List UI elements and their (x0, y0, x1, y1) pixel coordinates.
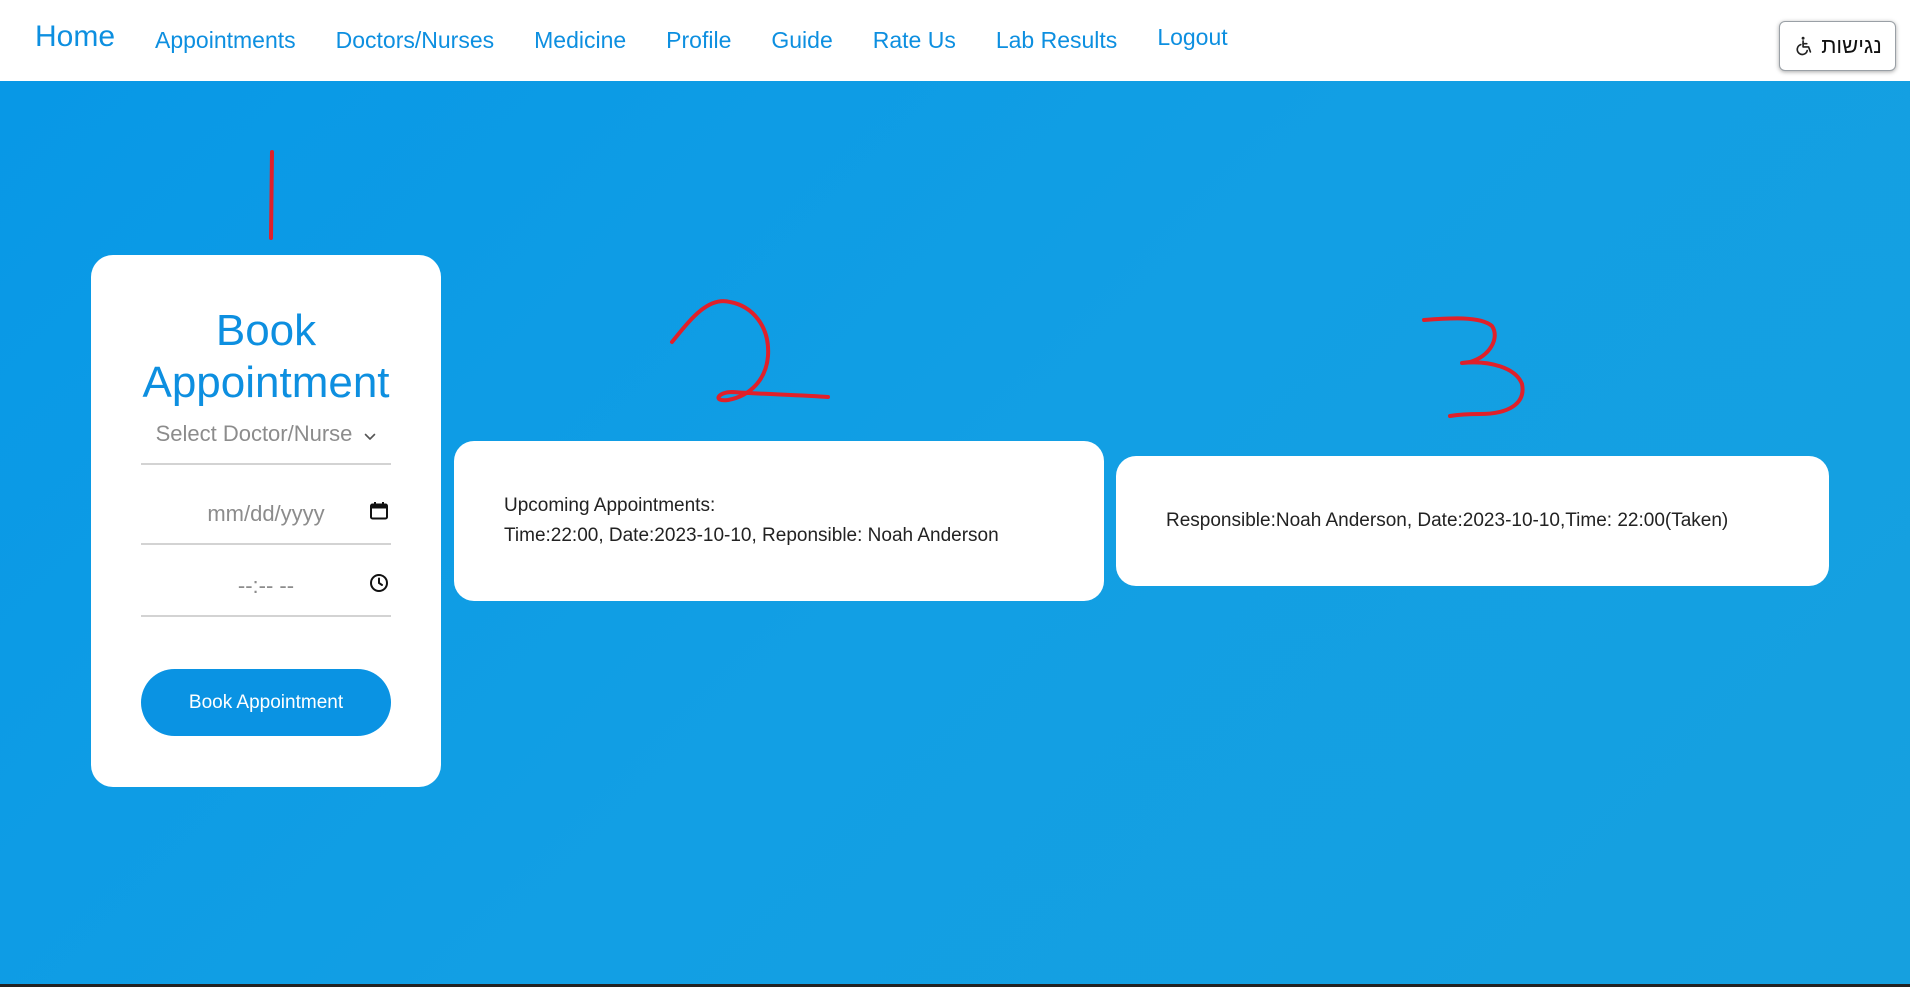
upcoming-appointments-heading: Upcoming Appointments: (504, 495, 716, 516)
time-input-placeholder: --:-- -- (237, 573, 295, 598)
nav-home-link[interactable]: Home (35, 20, 115, 54)
book-appointment-title: Book Appointment (142, 306, 390, 407)
doctor-nurse-select[interactable]: Select Doctor/Nurse (141, 405, 391, 465)
chevron-down-icon (364, 421, 376, 447)
taken-appointment-card: Responsible:Noah Anderson, Date:2023-10-… (1116, 456, 1829, 586)
nav-links: Appointments Doctors/Nurses Medicine Pro… (155, 24, 1228, 54)
nav-link-medicine[interactable]: Medicine (534, 27, 626, 54)
date-input-placeholder: mm/dd/yyyy (207, 501, 325, 526)
nav-link-lab-results[interactable]: Lab Results (996, 27, 1117, 54)
doctor-nurse-select-value: Select Doctor/Nurse (155, 421, 353, 446)
time-input[interactable]: --:-- -- (141, 557, 391, 617)
upcoming-appointments-card: Upcoming Appointments: Time:22:00, Date:… (454, 441, 1104, 601)
nav-link-appointments[interactable]: Appointments (155, 27, 296, 54)
book-appointment-card: Book Appointment Select Doctor/Nurse mm/… (91, 255, 441, 787)
taken-appointment-entry: Responsible:Noah Anderson, Date:2023-10-… (1166, 510, 1729, 531)
upcoming-appointment-entry: Time:22:00, Date:2023-10-10, Reponsible:… (504, 525, 999, 546)
nav-link-rate-us[interactable]: Rate Us (873, 27, 956, 54)
accessibility-button[interactable]: נגישות (1779, 21, 1896, 71)
nav-link-guide[interactable]: Guide (771, 27, 832, 54)
clock-icon[interactable] (369, 573, 389, 599)
calendar-icon[interactable] (369, 501, 389, 527)
nav-link-doctors-nurses[interactable]: Doctors/Nurses (336, 27, 494, 54)
top-navbar: Home Appointments Doctors/Nurses Medicin… (0, 0, 1910, 81)
nav-link-profile[interactable]: Profile (666, 27, 731, 54)
nav-link-logout[interactable]: Logout (1157, 24, 1227, 51)
date-input[interactable]: mm/dd/yyyy (141, 485, 391, 545)
book-appointment-button[interactable]: Book Appointment (141, 669, 391, 736)
accessibility-label: נגישות (1821, 33, 1882, 58)
wheelchair-icon (1793, 35, 1815, 57)
